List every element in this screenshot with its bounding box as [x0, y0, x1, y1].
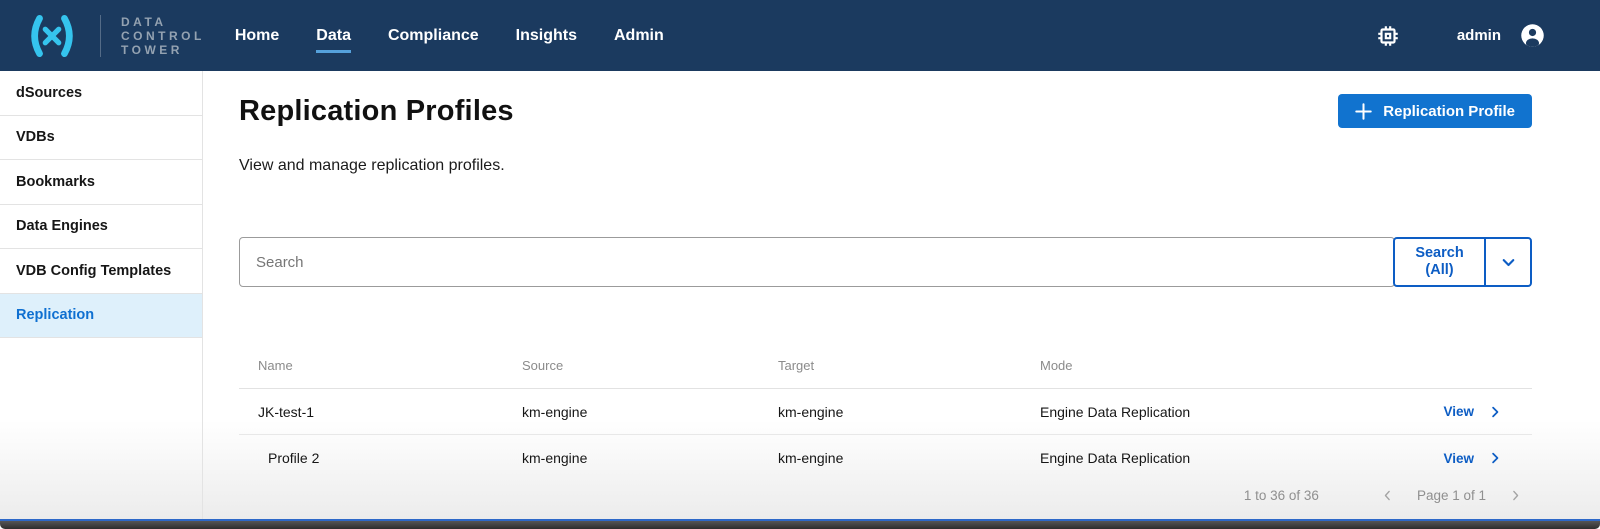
nav-item-admin[interactable]: Admin [614, 19, 664, 53]
replication-profiles-table: Name Source Target Mode JK-test-1 km-eng… [239, 343, 1532, 481]
search-split-button: Search (All) [1393, 237, 1532, 287]
column-header-target: Target [759, 358, 1021, 373]
cell-source: km-engine [503, 450, 759, 466]
main-content: Replication Profiles Replication Profile… [203, 71, 1600, 519]
sidebar-item-data-engines[interactable]: Data Engines [0, 205, 202, 250]
logo-divider [100, 15, 101, 57]
chevron-left-icon[interactable] [1371, 489, 1405, 502]
add-replication-profile-button[interactable]: Replication Profile [1338, 94, 1532, 128]
search-button-label-line2: (All) [1425, 262, 1453, 279]
window-bottom-edge [0, 519, 1600, 529]
pagination-range: 1 to 36 of 36 [1244, 488, 1319, 503]
chevron-right-icon[interactable] [1498, 489, 1532, 502]
cell-mode: Engine Data Replication [1021, 450, 1412, 466]
table-row: JK-test-1 km-engine km-engine Engine Dat… [239, 389, 1532, 435]
nav-item-insights[interactable]: Insights [516, 19, 577, 53]
chevron-down-icon [1500, 254, 1517, 271]
delphix-logo-icon [24, 13, 80, 59]
page-header: Replication Profiles Replication Profile [239, 93, 1532, 129]
nav-item-data[interactable]: Data [316, 19, 351, 53]
column-header-name: Name [239, 358, 503, 373]
user-avatar-icon[interactable] [1519, 22, 1546, 49]
nav-item-home[interactable]: Home [235, 19, 279, 53]
navbar-right: admin [1375, 22, 1600, 49]
sidebar: dSources VDBs Bookmarks Data Engines VDB… [0, 71, 203, 519]
chevron-right-icon [1488, 451, 1502, 465]
sidebar-item-label: Bookmarks [16, 174, 95, 190]
pagination: 1 to 36 of 36 Page 1 of 1 [239, 488, 1532, 503]
cell-name: Profile 2 [239, 450, 503, 466]
search-scope-dropdown[interactable] [1484, 239, 1530, 285]
sidebar-item-label: VDBs [16, 129, 55, 145]
add-button-label: Replication Profile [1383, 103, 1515, 120]
search-bar: Search (All) [239, 237, 1532, 287]
sidebar-item-label: VDB Config Templates [16, 263, 171, 279]
sidebar-item-vdb-config-templates[interactable]: VDB Config Templates [0, 249, 202, 294]
sidebar-item-label: Data Engines [16, 218, 108, 234]
cell-target: km-engine [759, 450, 1021, 466]
chevron-right-icon [1488, 405, 1502, 419]
search-button-label-line1: Search [1415, 245, 1463, 262]
view-link[interactable]: View [1412, 451, 1532, 466]
cell-mode: Engine Data Replication [1021, 404, 1412, 420]
memory-chip-icon[interactable] [1375, 23, 1401, 49]
nav-item-compliance[interactable]: Compliance [388, 19, 479, 53]
sidebar-item-replication[interactable]: Replication [0, 294, 202, 339]
sidebar-item-vdbs[interactable]: VDBs [0, 116, 202, 161]
column-header-source: Source [503, 358, 759, 373]
view-link[interactable]: View [1412, 404, 1532, 419]
username-label: admin [1457, 27, 1501, 44]
page-title: Replication Profiles [239, 93, 514, 129]
app-title: DATA CONTROL TOWER [121, 15, 205, 57]
sidebar-item-dsources[interactable]: dSources [0, 71, 202, 116]
cell-source: km-engine [503, 404, 759, 420]
column-header-mode: Mode [1021, 358, 1412, 373]
cell-target: km-engine [759, 404, 1021, 420]
search-button[interactable]: Search (All) [1395, 239, 1484, 285]
page-subtitle: View and manage replication profiles. [239, 157, 1532, 175]
sidebar-item-bookmarks[interactable]: Bookmarks [0, 160, 202, 205]
view-link-label: View [1443, 451, 1474, 466]
plus-icon [1355, 103, 1372, 120]
table-row: Profile 2 km-engine km-engine Engine Dat… [239, 435, 1532, 481]
sidebar-item-label: dSources [16, 85, 82, 101]
search-input[interactable] [239, 237, 1395, 287]
view-link-label: View [1443, 404, 1474, 419]
cell-name: JK-test-1 [239, 404, 503, 420]
pagination-page: Page 1 of 1 [1417, 488, 1486, 503]
page-body: dSources VDBs Bookmarks Data Engines VDB… [0, 71, 1600, 519]
table-header-row: Name Source Target Mode [239, 343, 1532, 389]
top-navbar: DATA CONTROL TOWER Home Data Compliance … [0, 0, 1600, 71]
primary-nav: Home Data Compliance Insights Admin [235, 19, 664, 53]
sidebar-item-label: Replication [16, 307, 94, 323]
